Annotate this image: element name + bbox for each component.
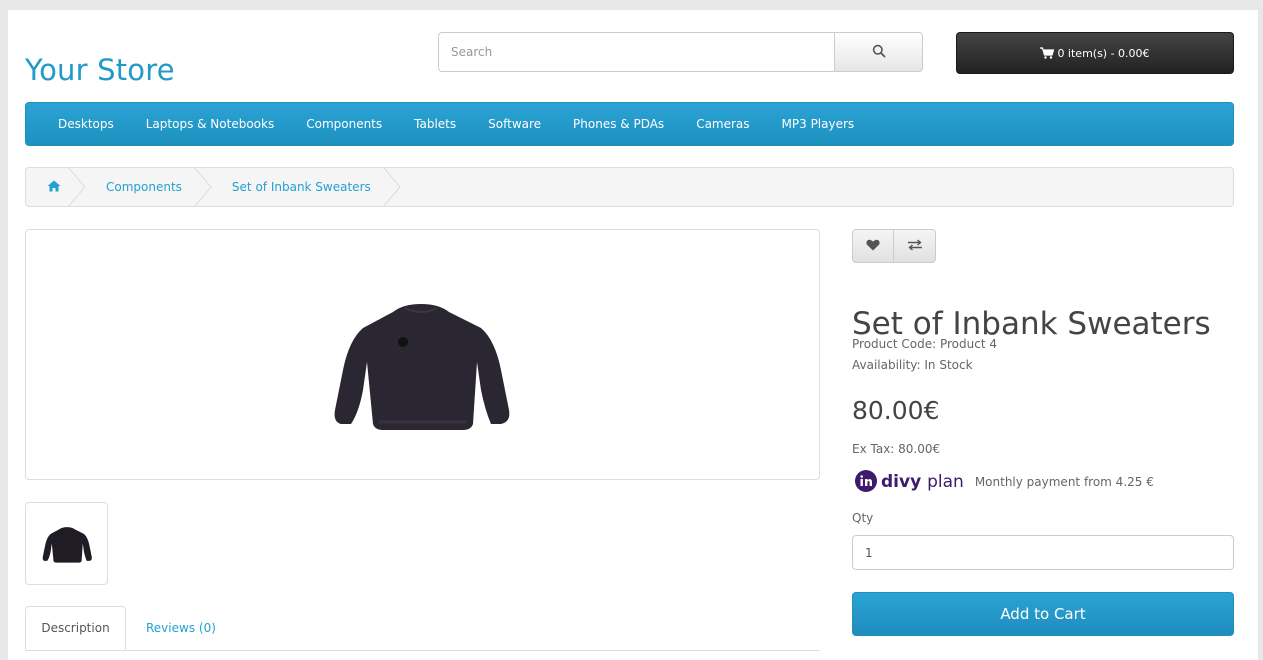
breadcrumb-components[interactable]: Components <box>86 168 212 206</box>
exchange-icon <box>907 238 923 254</box>
menu-item-mp3[interactable]: MP3 Players <box>766 117 871 131</box>
divy-monthly-payment: Monthly payment from 4.25 € <box>974 475 1154 489</box>
availability: Availability: In Stock <box>852 358 973 372</box>
breadcrumb: Components Set of Inbank Sweaters <box>25 167 1234 207</box>
tab-reviews[interactable]: Reviews (0) <box>145 606 216 650</box>
cart-label: 0 item(s) - 0.00€ <box>1057 46 1150 60</box>
menu-item-phones[interactable]: Phones & PDAs <box>557 117 680 131</box>
search-icon <box>872 44 886 61</box>
product-thumbnail[interactable] <box>25 502 108 585</box>
breadcrumb-separator <box>68 168 86 206</box>
sweater-image <box>334 304 510 430</box>
cart-button[interactable]: 0 item(s) - 0.00€ <box>956 32 1234 74</box>
search-input[interactable] <box>438 32 834 72</box>
product-code: Product Code: Product 4 <box>852 337 997 351</box>
menu-item-software[interactable]: Software <box>472 117 557 131</box>
menu-item-laptops[interactable]: Laptops & Notebooks <box>130 117 290 131</box>
compare-button[interactable] <box>894 229 936 263</box>
qty-label: Qty <box>852 511 874 525</box>
product-price: 80.00€ <box>852 396 940 425</box>
breadcrumb-home[interactable] <box>26 168 86 206</box>
divy-plan-label: plan <box>927 472 964 492</box>
breadcrumb-separator <box>382 168 401 206</box>
ex-tax-price: Ex Tax: 80.00€ <box>852 442 941 456</box>
qty-input[interactable] <box>852 535 1234 570</box>
add-to-wishlist-button[interactable] <box>852 229 894 263</box>
menu-item-components[interactable]: Components <box>290 117 398 131</box>
breadcrumb-label: Components <box>106 180 182 194</box>
menu-item-cameras[interactable]: Cameras <box>680 117 765 131</box>
product-tabs: Description Reviews (0) <box>25 606 820 651</box>
cart-icon <box>1040 47 1055 59</box>
divy-payment-info[interactable]: divy plan Monthly payment from 4.25 € <box>855 469 1154 495</box>
add-to-cart-button[interactable]: Add to Cart <box>852 592 1234 636</box>
divy-logo-icon <box>855 469 877 495</box>
divy-brand-text: divy plan <box>881 472 964 492</box>
breadcrumb-product[interactable]: Set of Inbank Sweaters <box>212 168 401 206</box>
heart-icon <box>866 239 880 254</box>
wishlist-compare-group <box>852 229 936 263</box>
tab-description[interactable]: Description <box>25 606 126 650</box>
search-bar <box>438 32 923 72</box>
divy-brand-label: divy <box>881 472 922 492</box>
search-button[interactable] <box>834 32 923 72</box>
product-main-image[interactable] <box>25 229 820 480</box>
breadcrumb-label: Set of Inbank Sweaters <box>231 180 371 194</box>
home-icon <box>47 180 61 195</box>
sweater-thumbnail-image <box>42 527 92 563</box>
menu-item-tablets[interactable]: Tablets <box>398 117 472 131</box>
store-logo[interactable]: Your Store <box>25 53 175 87</box>
main-menu: Desktops Laptops & Notebooks Components … <box>25 102 1234 146</box>
menu-item-desktops[interactable]: Desktops <box>41 117 130 131</box>
page: Your Store 0 item(s) - 0.00€ Desktops La… <box>8 10 1258 660</box>
breadcrumb-separator <box>194 168 212 206</box>
